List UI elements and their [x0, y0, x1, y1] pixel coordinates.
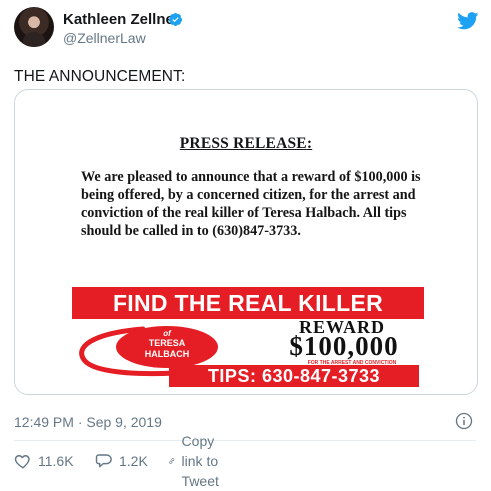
tweet-text: THE ANNOUNCEMENT: [14, 68, 186, 85]
heart-icon [14, 455, 30, 469]
like-button[interactable]: 11.6K [14, 451, 74, 471]
copy-link-label: Copy link to Tweet [181, 433, 219, 489]
handle[interactable]: @ZellnerLaw [63, 30, 146, 47]
oval-of-label: of [163, 329, 171, 338]
find-killer-banner: FIND THE REAL KILLER [72, 287, 424, 319]
reply-count: 1.2K [119, 453, 148, 469]
reward-amount: $100,000 [289, 331, 399, 361]
avatar[interactable] [14, 7, 54, 47]
press-release-colon: : [306, 135, 313, 152]
like-count: 11.6K [38, 453, 74, 469]
info-icon[interactable] [455, 412, 473, 430]
twitter-bird-icon[interactable] [457, 12, 479, 30]
reply-button[interactable]: 1.2K [95, 451, 148, 471]
tweet-header: Kathleen Zellner @ZellnerLaw [0, 0, 491, 56]
display-name[interactable]: Kathleen Zellner [63, 11, 180, 29]
copy-link-button[interactable]: Copy link to Tweet [168, 433, 229, 489]
press-release-heading: PRESS RELEASE [179, 135, 307, 152]
verified-badge-icon [168, 12, 183, 27]
oval-line-2: HALBACH [144, 349, 190, 359]
reply-icon [95, 454, 112, 468]
victim-oval: of TERESA HALBACH [116, 326, 218, 368]
press-release-title: PRESS RELEASE: [15, 135, 477, 153]
press-release-body: We are pleased to announce that a reward… [81, 169, 421, 239]
tips-banner: TIPS: 630-847-3733 [169, 365, 419, 387]
press-release: PRESS RELEASE: We are pleased to announc… [15, 90, 477, 394]
oval-line-1: TERESA [148, 338, 186, 348]
tweet-timestamp[interactable]: 12:49 PM · Sep 9, 2019 [14, 414, 162, 430]
media-image[interactable]: PRESS RELEASE: We are pleased to announc… [14, 89, 478, 395]
divider [14, 440, 476, 441]
link-icon [169, 458, 175, 464]
